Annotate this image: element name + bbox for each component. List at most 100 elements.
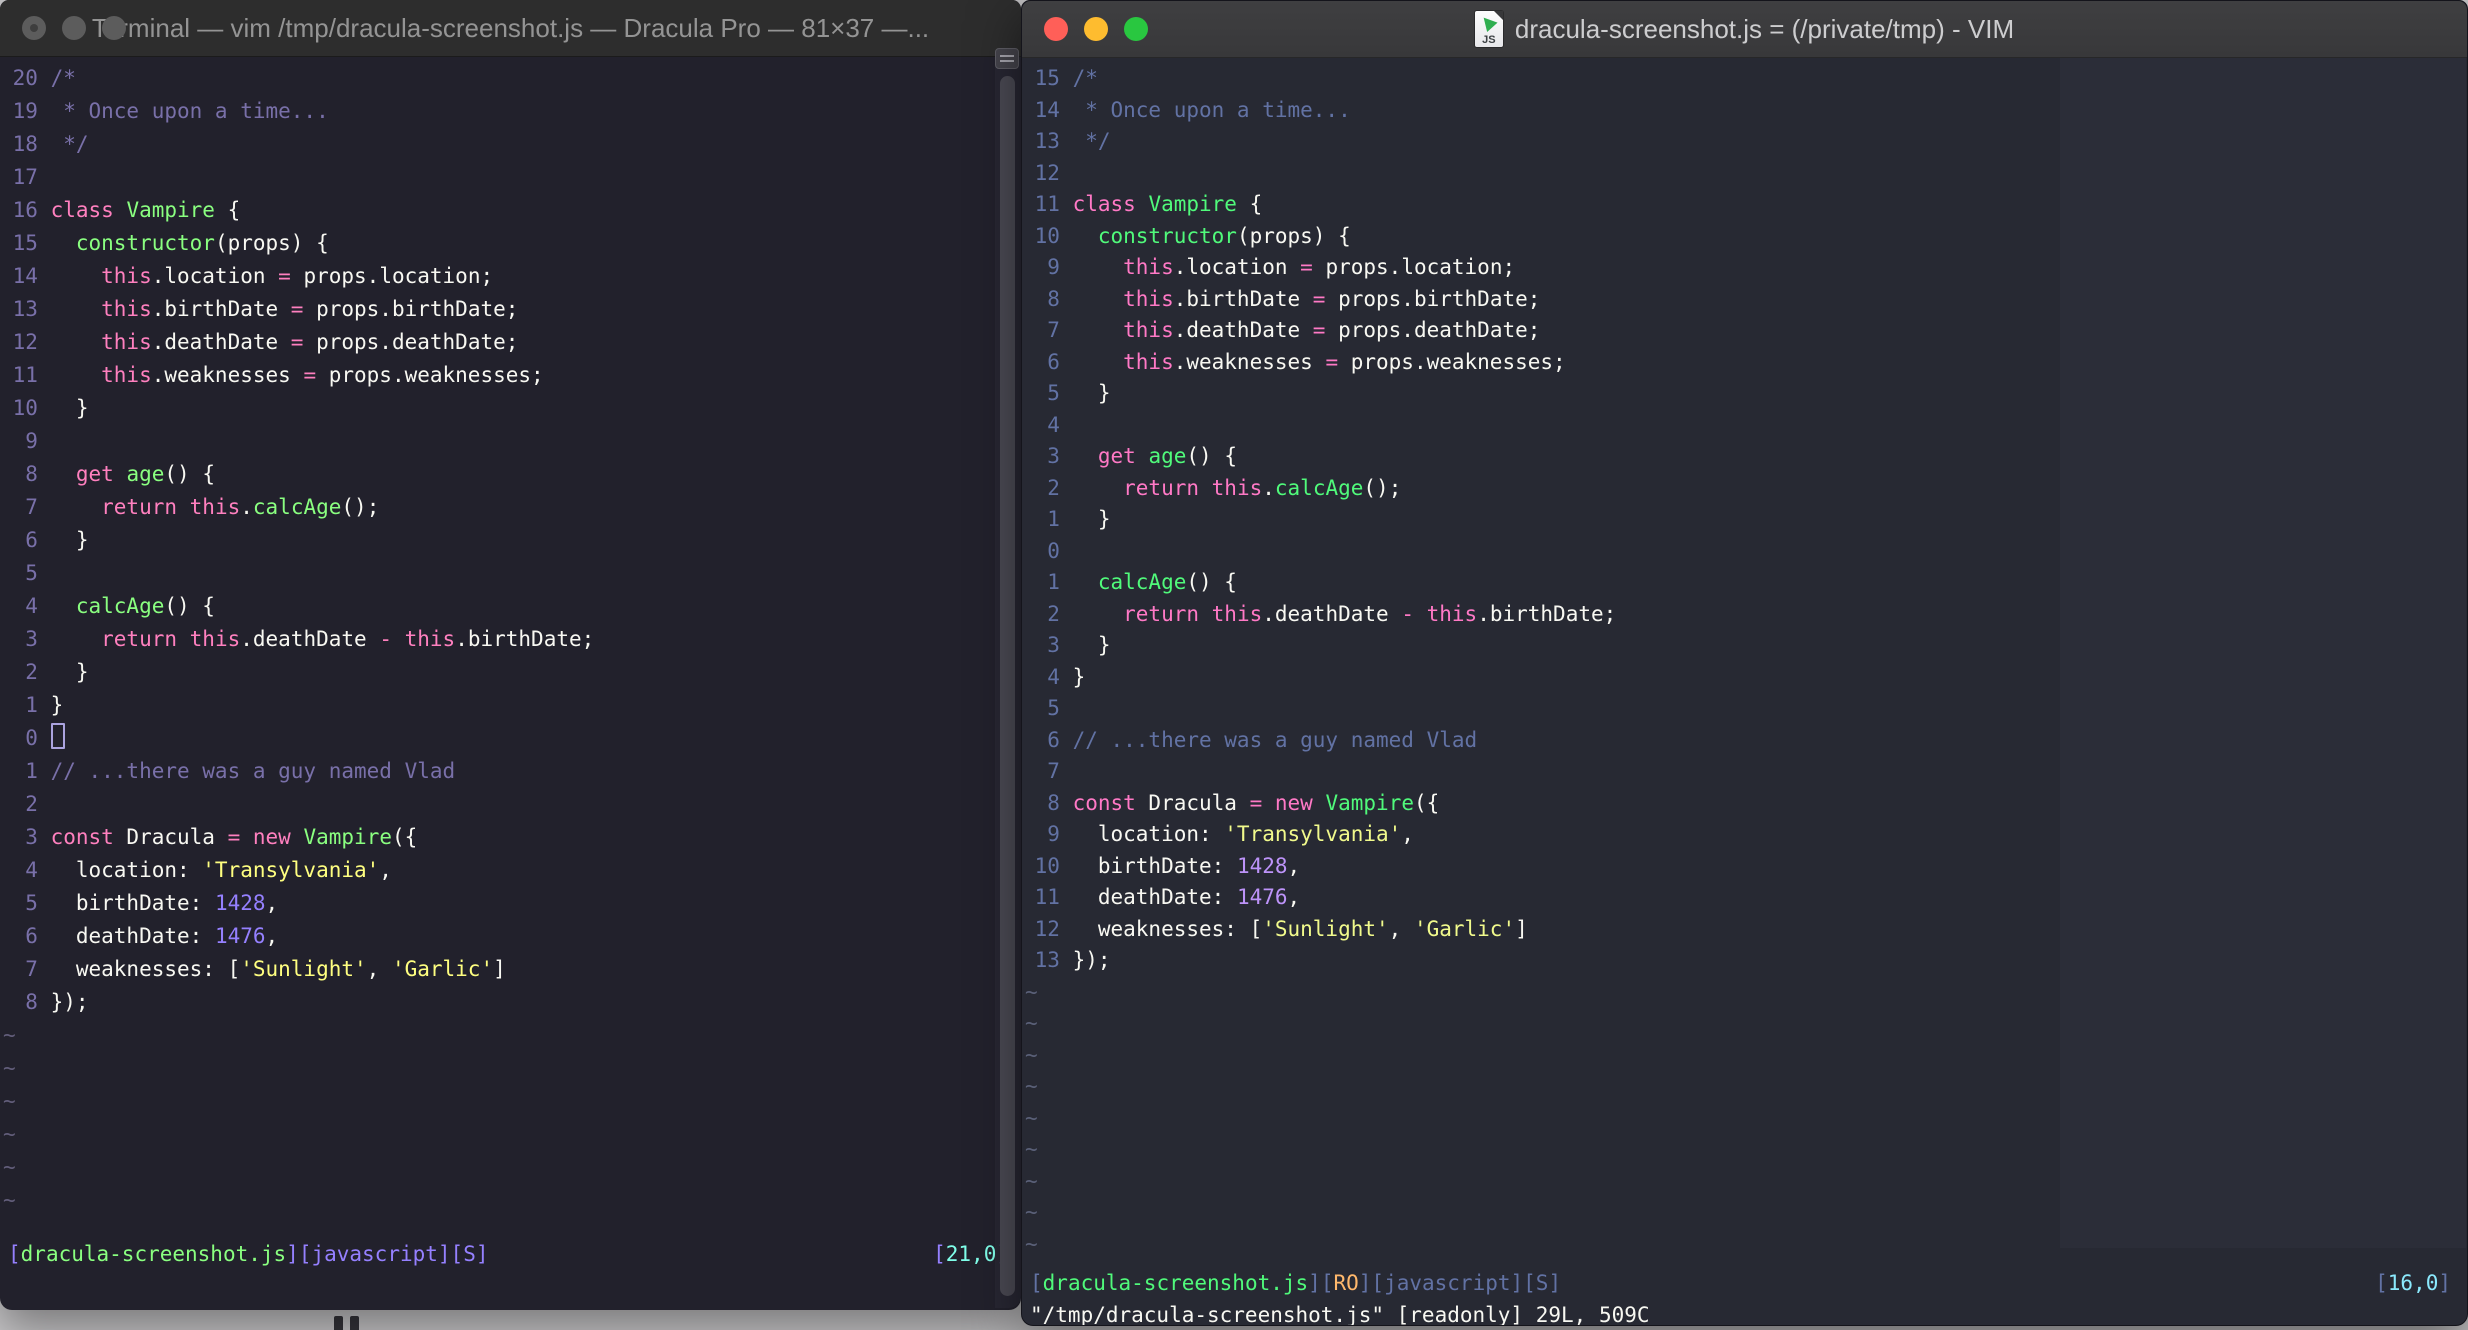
code-line: 13 */	[1022, 126, 2467, 158]
vim-statusline: [dracula-screenshot.js][javascript][S] […	[8, 1238, 1009, 1271]
text-token: props.weaknesses;	[316, 363, 544, 387]
text-token: {	[1236, 192, 1263, 216]
line-number: 4	[1047, 664, 1060, 689]
text-token: 1476	[214, 924, 266, 948]
line-number: 14	[1034, 97, 1060, 122]
text-token: 'Transylvania'	[1224, 822, 1402, 846]
text-token: =	[290, 297, 304, 321]
text-token: .deathDate	[1173, 318, 1313, 342]
empty-buffer-line: ~	[0, 1151, 1021, 1184]
text-token: -	[379, 627, 392, 651]
line-number: 8	[1047, 286, 1060, 311]
text-token: S	[463, 1242, 476, 1266]
text-token: }	[50, 693, 64, 717]
text-token: // ...there was a guy named Vlad	[50, 759, 456, 783]
text-token: this	[101, 363, 152, 387]
text-token: calcAge	[252, 495, 342, 519]
tilde-marker: ~	[1025, 1200, 1038, 1224]
code-line: 1}	[0, 689, 1021, 722]
text-token: =	[227, 825, 241, 849]
code-line: 6 }	[0, 524, 1021, 557]
line-number: 10	[1034, 223, 1060, 248]
empty-buffer-line: ~	[1022, 1166, 2467, 1198]
code-line: 3 get age() {	[1022, 441, 2467, 473]
text-token: calcAge	[1097, 570, 1187, 594]
code-line: 17	[0, 161, 1021, 194]
text-token: this	[1123, 286, 1174, 311]
text-token: }	[50, 528, 89, 552]
line-number: 1	[1047, 570, 1060, 594]
code-line: 11 deathDate: 1476,	[1022, 882, 2467, 914]
js-badge: JS	[1482, 34, 1496, 46]
scrollbar-thumb[interactable]	[1000, 76, 1015, 1296]
empty-buffer-line: ~	[1022, 1040, 2467, 1072]
empty-buffer-line: ~	[0, 1118, 1021, 1151]
text-token: this	[1211, 601, 1263, 626]
text-token: javascript	[1384, 1271, 1511, 1295]
text-token: RO	[1333, 1271, 1359, 1295]
line-number: 19	[12, 99, 38, 123]
minimize-button[interactable]	[62, 16, 86, 40]
code-line: 6 deathDate: 1476,	[0, 920, 1021, 953]
close-button[interactable]	[22, 16, 46, 40]
text-token: ,	[366, 957, 392, 981]
text-token: ]	[2438, 1271, 2451, 1295]
vim-editor[interactable]: 15/* 14 * Once upon a time... 13 */12 11 cla…	[1022, 57, 2467, 1325]
text-token: this	[101, 297, 152, 321]
minimize-button[interactable]	[1084, 17, 1108, 41]
text-token: .birthDate	[1173, 286, 1313, 311]
line-number: 9	[1047, 255, 1060, 279]
background-window-fragment	[334, 1316, 343, 1330]
terminal-titlebar[interactable]: Terminal — vim /tmp/dracula-screenshot.j…	[0, 0, 1021, 57]
desktop: Terminal — vim /tmp/dracula-screenshot.j…	[0, 0, 2468, 1330]
macvim-titlebar[interactable]: JS dracula-screenshot.js = (/private/tmp…	[1022, 1, 2467, 58]
text-token: this	[1123, 255, 1174, 279]
zoom-button[interactable]	[102, 16, 126, 40]
text-token: 1476	[1236, 885, 1288, 909]
text-token: ,	[1401, 822, 1414, 846]
terminal-marker-icon[interactable]	[995, 48, 1019, 69]
page-fold-icon	[1493, 11, 1503, 20]
text-token: .birthDate;	[1477, 601, 1617, 626]
zoom-button[interactable]	[1124, 17, 1148, 41]
text-token: this	[101, 264, 152, 288]
line-number: 6	[1047, 727, 1060, 752]
scrollbar-track[interactable]	[995, 48, 1021, 1308]
line-number: 2	[1047, 601, 1060, 626]
text-token: .location	[1173, 255, 1301, 279]
line-number: 8	[25, 462, 38, 486]
text-token: props.deathDate;	[1325, 318, 1541, 342]
status-left: [dracula-screenshot.js][RO][javascript][…	[1030, 1267, 1561, 1300]
text-token: =	[1312, 318, 1326, 342]
code-line: 6 this.weaknesses = props.weaknesses;	[1022, 347, 2467, 379]
text-token: props.birthDate;	[1325, 286, 1541, 311]
vim-cursor	[50, 723, 65, 749]
code-line: 13 this.birthDate = props.birthDate;	[0, 293, 1021, 326]
line-number: 11	[1034, 885, 1060, 909]
tilde-marker: ~	[3, 1056, 16, 1080]
vim-editor[interactable]: 20/* 19 * Once upon a time... 18 */17 16 cla…	[0, 56, 1021, 1310]
code-line: 5	[1022, 693, 2467, 725]
empty-buffer-line: ~	[1022, 977, 2467, 1009]
text-token: =	[278, 264, 291, 288]
text-token: 'Sunlight'	[240, 957, 367, 981]
code-line: 14 this.location = props.location;	[0, 260, 1021, 293]
text-token: new	[252, 825, 291, 849]
close-button[interactable]	[1044, 17, 1068, 41]
text-token: return	[1123, 601, 1199, 626]
line-number: 11	[1034, 192, 1060, 216]
code-line: 11 this.weaknesses = props.weaknesses;	[0, 359, 1021, 392]
text-token: () {	[1186, 570, 1237, 594]
